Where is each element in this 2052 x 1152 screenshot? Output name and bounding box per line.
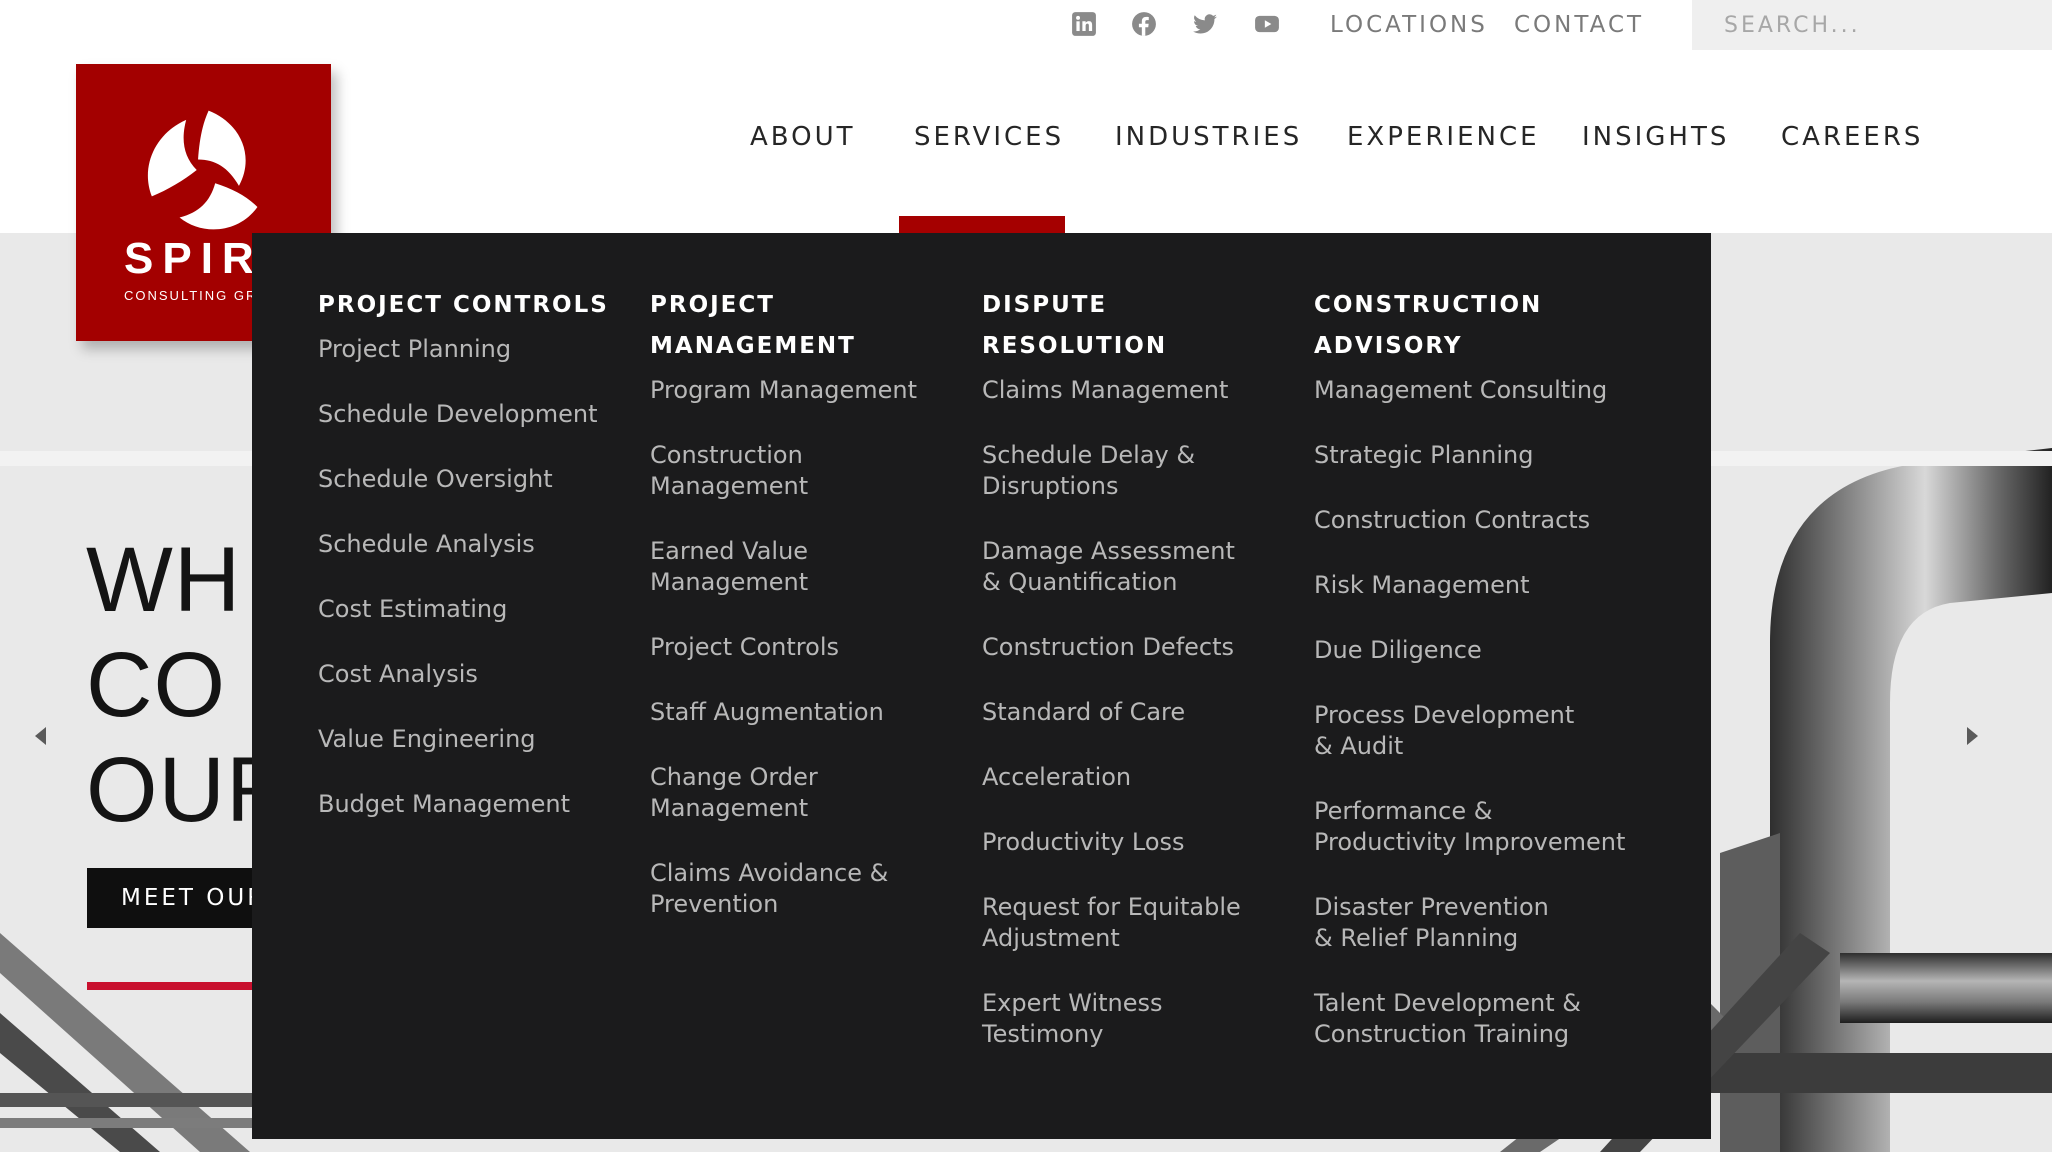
menu-item-cost-estimating[interactable]: Cost Estimating (318, 594, 609, 625)
menu-item-standard-of-care[interactable]: Standard of Care (982, 697, 1282, 728)
contact-link[interactable]: CONTACT (1514, 10, 1644, 40)
menu-item-acceleration[interactable]: Acceleration (982, 762, 1282, 793)
menu-item-productivity-loss[interactable]: Productivity Loss (982, 827, 1282, 858)
menu-item-project-controls[interactable]: Project Controls (650, 632, 960, 663)
services-mega-menu: PROJECT CONTROLS Project Planning Schedu… (252, 233, 1711, 1139)
menu-item-change-order-management[interactable]: Change Order Management (650, 762, 880, 824)
menu-heading-project-controls[interactable]: PROJECT CONTROLS (318, 285, 609, 326)
menu-column-construction-advisory: CONSTRUCTION ADVISORY Management Consult… (1314, 285, 1644, 1084)
nav-insights[interactable]: INSIGHTS (1582, 120, 1729, 154)
menu-item-claims-management[interactable]: Claims Management (982, 375, 1282, 406)
menu-item-construction-contracts[interactable]: Construction Contracts (1314, 505, 1644, 536)
hero-accent-line (87, 982, 257, 990)
logo-wordmark: SPIR (124, 234, 263, 283)
hero-headline-line-2: CO (86, 634, 226, 736)
menu-heading-project-management[interactable]: PROJECT MANAGEMENT (650, 285, 960, 367)
nav-services[interactable]: SERVICES (914, 120, 1064, 154)
logo-tagline: CONSULTING GR (124, 288, 258, 303)
search-input[interactable] (1692, 0, 2052, 50)
twitter-icon[interactable] (1191, 10, 1219, 38)
menu-item-project-planning[interactable]: Project Planning (318, 334, 609, 365)
menu-item-due-diligence[interactable]: Due Diligence (1314, 635, 1644, 666)
linkedin-icon[interactable] (1070, 10, 1098, 38)
menu-item-construction-management[interactable]: Construction Management (650, 440, 960, 502)
menu-heading-construction-advisory[interactable]: CONSTRUCTION ADVISORY (1314, 285, 1644, 367)
menu-item-disaster-prevention[interactable]: Disaster Prevention & Relief Planning (1314, 892, 1574, 954)
hero-headline-line-1: WH (86, 529, 242, 631)
menu-item-staff-augmentation[interactable]: Staff Augmentation (650, 697, 960, 728)
menu-item-strategic-planning[interactable]: Strategic Planning (1314, 440, 1644, 471)
menu-item-schedule-oversight[interactable]: Schedule Oversight (318, 464, 609, 495)
carousel-prev-arrow-icon[interactable] (35, 727, 46, 745)
nav-industries[interactable]: INDUSTRIES (1115, 120, 1302, 154)
nav-experience[interactable]: EXPERIENCE (1347, 120, 1540, 154)
utility-bar: LOCATIONS CONTACT (0, 0, 2052, 52)
menu-item-schedule-development[interactable]: Schedule Development (318, 399, 609, 430)
services-active-indicator (899, 216, 1065, 234)
menu-item-claims-avoidance[interactable]: Claims Avoidance & Prevention (650, 858, 910, 920)
menu-item-cost-analysis[interactable]: Cost Analysis (318, 659, 609, 690)
carousel-next-arrow-icon[interactable] (1967, 727, 1978, 745)
menu-item-program-management[interactable]: Program Management (650, 375, 960, 406)
menu-item-process-development[interactable]: Process Development & Audit (1314, 700, 1594, 762)
menu-column-project-controls: PROJECT CONTROLS Project Planning Schedu… (318, 285, 609, 854)
menu-heading-dispute-resolution[interactable]: DISPUTE RESOLUTION (982, 285, 1282, 367)
menu-item-value-engineering[interactable]: Value Engineering (318, 724, 609, 755)
menu-column-dispute-resolution: DISPUTE RESOLUTION Claims Management Sch… (982, 285, 1282, 1084)
locations-link[interactable]: LOCATIONS (1330, 10, 1488, 40)
menu-item-management-consulting[interactable]: Management Consulting (1314, 375, 1644, 406)
menu-item-expert-witness-testimony[interactable]: Expert Witness Testimony (982, 988, 1282, 1050)
menu-item-construction-defects[interactable]: Construction Defects (982, 632, 1282, 663)
menu-item-schedule-delay[interactable]: Schedule Delay & Disruptions (982, 440, 1212, 502)
menu-item-damage-assessment[interactable]: Damage Assessment & Quantification (982, 536, 1252, 598)
facebook-icon[interactable] (1130, 10, 1158, 38)
menu-item-talent-development[interactable]: Talent Development & Construction Traini… (1314, 988, 1594, 1050)
menu-item-performance-productivity[interactable]: Performance & Productivity Improvement (1314, 796, 1634, 858)
youtube-icon[interactable] (1253, 10, 1281, 38)
menu-item-schedule-analysis[interactable]: Schedule Analysis (318, 529, 609, 560)
nav-about[interactable]: ABOUT (750, 120, 856, 154)
menu-item-risk-management[interactable]: Risk Management (1314, 570, 1644, 601)
nav-careers[interactable]: CAREERS (1781, 120, 1923, 154)
logo-mark-icon (147, 110, 258, 230)
menu-column-project-management: PROJECT MANAGEMENT Program Management Co… (650, 285, 960, 954)
menu-item-request-equitable-adjustment[interactable]: Request for Equitable Adjustment (982, 892, 1242, 954)
menu-item-earned-value-management[interactable]: Earned Value Management (650, 536, 960, 598)
menu-item-budget-management[interactable]: Budget Management (318, 789, 609, 820)
